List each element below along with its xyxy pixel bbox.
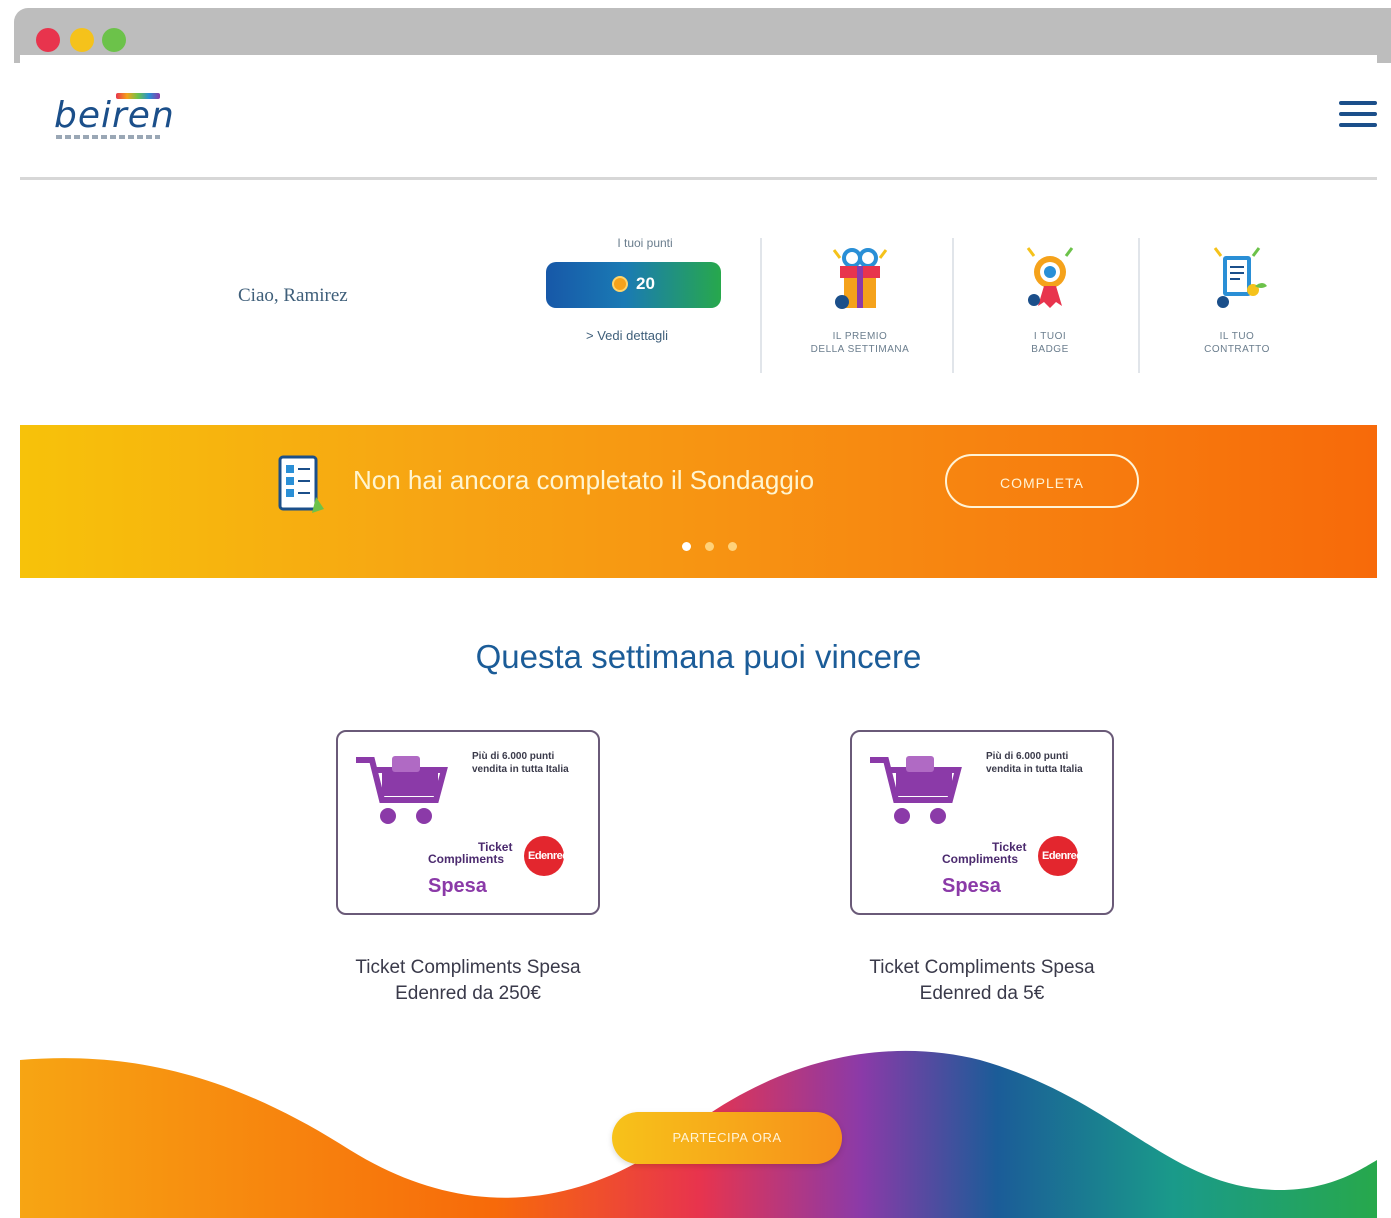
user-greeting: Ciao, Ramirez [238,285,348,306]
coin-icon [612,276,628,292]
nav-label: IL TUO CONTRATTO [1204,331,1270,355]
contract-icon [1213,247,1267,308]
shopping-cart-icon [356,756,448,824]
close-window-button[interactable] [36,28,60,52]
user-summary-bar: Ciao, Ramirez I tuoi punti 20 > Vedi det… [20,180,1377,425]
hamburger-menu-icon[interactable] [1339,101,1377,131]
shopping-cart-icon [870,756,962,824]
prize-compliments-label: Compliments [428,852,505,866]
prize-fine-print: Più di 6.000 punti vendita in tutta Ital… [986,751,1083,775]
survey-banner: Non hai ancora completato il Sondaggio C… [20,425,1377,578]
edenred-brand: Edenred [1042,850,1083,862]
site-header: beiren [20,55,1377,180]
nav-contract[interactable]: IL TUO CONTRATTO [1162,240,1312,370]
badge-icon [1026,247,1074,308]
nav-label: IL PREMIO DELLA SETTIMANA [810,331,910,355]
points-badge[interactable]: 20 [546,262,721,308]
prize-card[interactable]: Più di 6.000 punti vendita in tutta Ital… [850,730,1114,915]
prize-title: Ticket Compliments Spesa Edenred da 5€ [869,957,1095,1004]
carousel-dots [682,538,751,556]
minimize-window-button[interactable] [70,28,94,52]
carousel-dot[interactable] [728,542,737,551]
nav-badges[interactable]: I TUOI BADGE [975,240,1125,370]
maximize-window-button[interactable] [102,28,126,52]
divider [952,238,954,373]
section-title: Questa settimana puoi vincere [475,638,922,675]
nav-weekly-prize[interactable]: IL PREMIO DELLA SETTIMANA [785,240,935,370]
prize-product-label: Spesa [942,875,1001,897]
prize-fine-print: Più di 6.000 punti vendita in tutta Ital… [472,751,569,775]
prize-card[interactable]: Più di 6.000 punti vendita in tutta Ital… [336,730,600,915]
divider [1138,238,1140,373]
complete-survey-button[interactable]: COMPLETA [945,454,1139,508]
survey-icon [278,455,324,513]
prize-product-label: Spesa [428,875,487,897]
edenred-brand: Edenred [528,850,569,862]
points-label: I tuoi punti [617,236,673,250]
points-value: 20 [636,274,655,293]
banner-message: Non hai ancora completato il Sondaggio [353,465,815,495]
logo[interactable]: beiren [54,95,175,136]
divider [760,238,762,373]
view-details-link[interactable]: > Vedi dettagli [586,328,668,343]
participate-button[interactable]: PARTECIPA ORA [612,1112,842,1164]
carousel-dot[interactable] [705,542,714,551]
logo-tagline [56,135,160,139]
prize-title: Ticket Compliments Spesa Edenred da 250€ [355,957,581,1004]
nav-label: I TUOI BADGE [1031,331,1069,355]
carousel-dot[interactable] [682,542,691,551]
prize-compliments-label: Compliments [942,852,1019,866]
gift-icon [832,248,888,309]
